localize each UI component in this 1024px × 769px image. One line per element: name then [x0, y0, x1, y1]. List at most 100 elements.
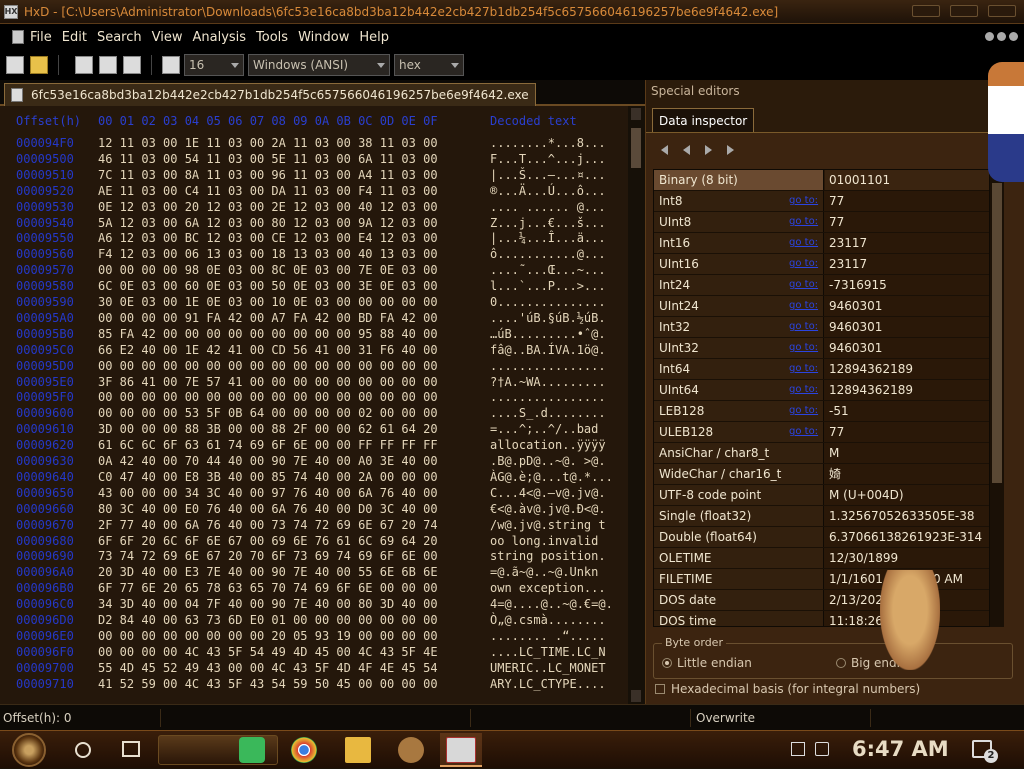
row-decoded-text[interactable]: ....'úB.§úB.½úB.: [490, 311, 606, 325]
row-decoded-text[interactable]: 0...............: [490, 295, 606, 309]
hex-row[interactable]: 000095B0 85 FA 42 00 00 00 00 00 00 00 00…: [0, 327, 628, 343]
inspector-row[interactable]: UInt64 go to: 12894362189: [654, 380, 989, 401]
row-decoded-text[interactable]: fâ@..BA.ÍVA.1ö@.: [490, 343, 606, 357]
hex-row[interactable]: 000096B0 6F 77 6E 20 65 78 63 65 70 74 69…: [0, 581, 628, 597]
inspector-row[interactable]: Single (float32) 1.32567052633505E-38: [654, 506, 989, 527]
row-bytes[interactable]: C0 47 40 00 E8 3B 40 00 85 74 40 00 2A 0…: [98, 470, 438, 484]
inspector-value[interactable]: 12894362189: [825, 359, 989, 379]
hex-row[interactable]: 00009590 30 0E 03 00 1E 0E 03 00 10 0E 03…: [0, 295, 628, 311]
offset-base-select[interactable]: hex: [394, 54, 464, 76]
previous-icon[interactable]: [680, 143, 694, 157]
inspector-value[interactable]: M (U+004D): [825, 485, 989, 505]
goto-link[interactable]: go to:: [789, 363, 818, 374]
hex-row[interactable]: 00009540 5A 12 03 00 6A 12 03 00 80 12 03…: [0, 216, 628, 232]
inspector-value[interactable]: 12/30/1899: [825, 548, 989, 568]
row-decoded-text[interactable]: string position.: [490, 549, 606, 563]
row-bytes[interactable]: 34 3D 40 00 04 7F 40 00 90 7E 40 00 80 3…: [98, 597, 438, 611]
row-decoded-text[interactable]: ARY.LC_CTYPE....: [490, 677, 606, 691]
hxd-app-icon[interactable]: HX: [4, 4, 18, 19]
hex-row[interactable]: 000096D0 D2 84 40 00 63 73 6D E0 01 00 00…: [0, 613, 628, 629]
inspector-scrollbar[interactable]: [990, 169, 1004, 627]
row-decoded-text[interactable]: ....LC_TIME.LC_N: [490, 645, 606, 659]
hex-row[interactable]: 00009670 2F 77 40 00 6A 76 40 00 73 74 72…: [0, 518, 628, 534]
hex-row[interactable]: 000095F0 00 00 00 00 00 00 00 00 00 00 00…: [0, 390, 628, 406]
row-bytes[interactable]: 85 FA 42 00 00 00 00 00 00 00 00 00 95 8…: [98, 327, 438, 341]
row-bytes[interactable]: 55 4D 45 52 49 43 00 00 4C 43 5F 4D 4F 4…: [98, 661, 438, 675]
hex-row[interactable]: 00009620 61 6C 6C 6F 63 61 74 69 6F 6E 00…: [0, 438, 628, 454]
hex-row[interactable]: 000096E0 00 00 00 00 00 00 00 00 20 05 93…: [0, 629, 628, 645]
hex-row[interactable]: 00009500 46 11 03 00 54 11 03 00 5E 11 03…: [0, 152, 628, 168]
goto-link[interactable]: go to:: [789, 321, 818, 332]
hex-row[interactable]: 000096F0 00 00 00 00 4C 43 5F 54 49 4D 45…: [0, 645, 628, 661]
hex-row[interactable]: 00009690 73 74 72 69 6E 67 20 70 6F 73 69…: [0, 549, 628, 565]
scroll-down-button[interactable]: [631, 690, 641, 702]
row-bytes[interactable]: 30 0E 03 00 1E 0E 03 00 10 0E 03 00 00 0…: [98, 295, 438, 309]
row-decoded-text[interactable]: ........ .“.....: [490, 629, 606, 643]
row-decoded-text[interactable]: own exception...: [490, 581, 606, 595]
row-bytes[interactable]: 6C 0E 03 00 60 0E 03 00 50 0E 03 00 3E 0…: [98, 279, 438, 293]
hex-row[interactable]: 00009580 6C 0E 03 00 60 0E 03 00 50 0E 03…: [0, 279, 628, 295]
inspector-value[interactable]: 01001101: [825, 170, 989, 190]
little-endian-radio[interactable]: Little endian: [662, 656, 752, 670]
row-bytes[interactable]: 00 00 00 00 4C 43 5F 54 49 4D 45 00 4C 4…: [98, 645, 438, 659]
hex-row[interactable]: 000096C0 34 3D 40 00 04 7F 40 00 90 7E 40…: [0, 597, 628, 613]
inspector-row[interactable]: Int64 go to: 12894362189: [654, 359, 989, 380]
inspector-value[interactable]: -51: [825, 401, 989, 421]
goto-link[interactable]: go to:: [789, 384, 818, 395]
row-bytes[interactable]: AE 11 03 00 C4 11 03 00 DA 11 03 00 F4 1…: [98, 184, 438, 198]
row-bytes[interactable]: A6 12 03 00 BC 12 03 00 CE 12 03 00 E4 1…: [98, 231, 438, 245]
row-decoded-text[interactable]: UMERIC..LC_MONET: [490, 661, 606, 675]
notes-app-icon[interactable]: [239, 737, 265, 763]
menu-file[interactable]: File: [30, 30, 52, 45]
row-decoded-text[interactable]: 4=@....@..~@.€=@.: [490, 597, 613, 611]
row-bytes[interactable]: 0E 12 03 00 20 12 03 00 2E 12 03 00 40 1…: [98, 200, 438, 214]
row-bytes[interactable]: 00 00 00 00 00 00 00 00 00 00 00 00 00 0…: [98, 390, 438, 404]
inspector-row[interactable]: LEB128 go to: -51: [654, 401, 989, 422]
inspector-value[interactable]: 9460301: [825, 296, 989, 316]
start-button[interactable]: [4, 731, 60, 769]
hex-editor[interactable]: Offset(h) 00 01 02 03 04 05 06 07 08 09 …: [0, 106, 628, 704]
row-bytes[interactable]: 3D 00 00 00 88 3B 00 00 88 2F 00 00 62 6…: [98, 422, 438, 436]
copy-icon[interactable]: [123, 56, 141, 74]
row-bytes[interactable]: 20 3D 40 00 E3 7E 40 00 90 7E 40 00 55 6…: [98, 565, 438, 579]
scroll-up-button[interactable]: [631, 108, 641, 120]
row-bytes[interactable]: 66 E2 40 00 1E 42 41 00 CD 56 41 00 31 F…: [98, 343, 438, 357]
row-decoded-text[interactable]: ....S_.d........: [490, 406, 606, 420]
row-decoded-text[interactable]: ................: [490, 359, 606, 373]
hex-row[interactable]: 00009530 0E 12 03 00 20 12 03 00 2E 12 03…: [0, 200, 628, 216]
inspector-value[interactable]: 77: [825, 422, 989, 442]
bytes-per-row-select[interactable]: 16: [184, 54, 244, 76]
row-bytes[interactable]: 80 3C 40 00 E0 76 40 00 6A 76 40 00 D0 3…: [98, 502, 438, 516]
volume-muted-icon[interactable]: [815, 742, 829, 756]
save-icon[interactable]: [75, 56, 93, 74]
mdi-controls[interactable]: [985, 32, 1018, 41]
inspector-row[interactable]: Int32 go to: 9460301: [654, 317, 989, 338]
inspector-value[interactable]: 婍: [825, 464, 989, 484]
row-bytes[interactable]: 43 00 00 00 34 3C 40 00 97 76 40 00 6A 7…: [98, 486, 438, 500]
row-bytes[interactable]: 73 74 72 69 6E 67 20 70 6F 73 69 74 69 6…: [98, 549, 438, 563]
row-decoded-text[interactable]: allocation..ÿÿÿÿ: [490, 438, 606, 452]
inspector-row[interactable]: Int24 go to: -7316915: [654, 275, 989, 296]
row-decoded-text[interactable]: ................: [490, 390, 606, 404]
first-icon[interactable]: [658, 143, 672, 157]
scroll-thumb[interactable]: [631, 128, 641, 168]
inspector-value[interactable]: M: [825, 443, 989, 463]
menu-tools[interactable]: Tools: [256, 30, 288, 45]
hex-row[interactable]: 00009550 A6 12 03 00 BC 12 03 00 CE 12 03…: [0, 231, 628, 247]
columns-icon[interactable]: [162, 56, 180, 74]
goto-link[interactable]: go to:: [789, 258, 818, 269]
menu-search[interactable]: Search: [97, 30, 142, 45]
goto-link[interactable]: go to:: [789, 300, 818, 311]
row-decoded-text[interactable]: ÀG@.è;@...t@.*...: [490, 470, 613, 484]
inspector-value[interactable]: 77: [825, 212, 989, 232]
row-decoded-text[interactable]: oo long.invalid: [490, 534, 598, 548]
close-button[interactable]: [988, 5, 1016, 17]
network-icon[interactable]: [791, 742, 805, 756]
menu-help[interactable]: Help: [359, 30, 389, 45]
hex-row[interactable]: 000094F0 12 11 03 00 1E 11 03 00 2A 11 03…: [0, 136, 628, 152]
hex-row[interactable]: 00009630 0A 42 40 00 70 44 40 00 90 7E 40…: [0, 454, 628, 470]
hex-row[interactable]: 00009520 AE 11 03 00 C4 11 03 00 DA 11 03…: [0, 184, 628, 200]
hex-row[interactable]: 00009600 00 00 00 00 53 5F 0B 64 00 00 00…: [0, 406, 628, 422]
checkbox-icon[interactable]: [655, 684, 665, 694]
task-view-icon[interactable]: [122, 741, 140, 757]
